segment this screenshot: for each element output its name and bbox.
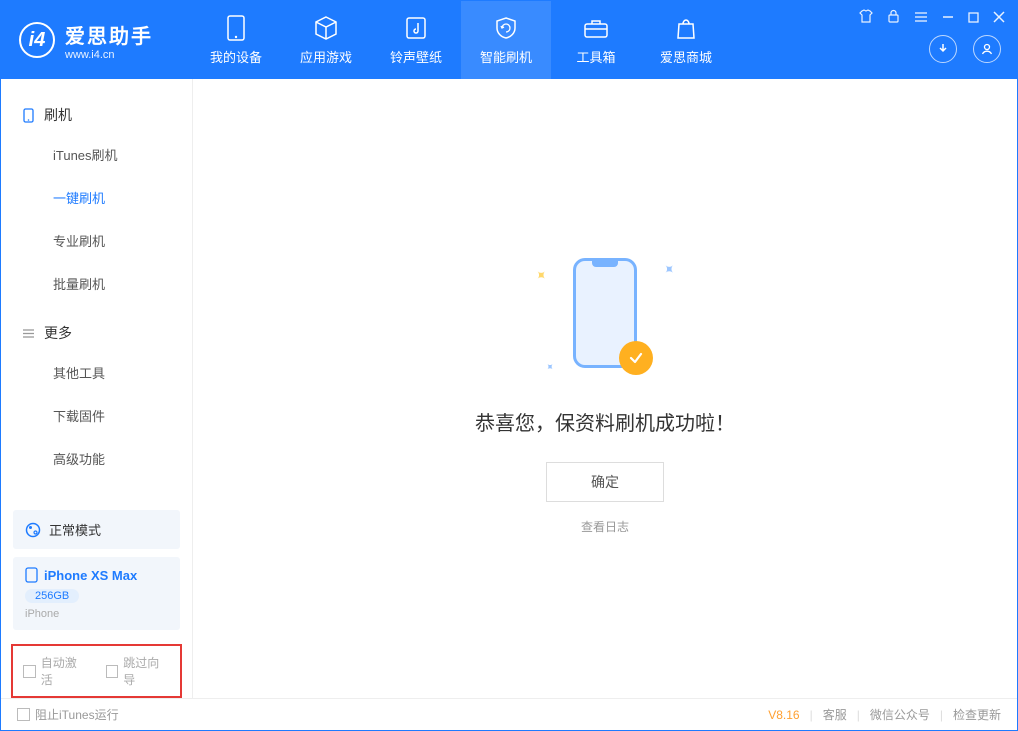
sidebar-group-more: 更多 <box>1 315 192 351</box>
device-mode-label: 正常模式 <box>49 520 101 539</box>
logo-icon: i4 <box>19 22 55 58</box>
toolbox-icon <box>583 15 609 41</box>
separator: | <box>940 708 943 722</box>
nav-label: 我的设备 <box>210 47 262 66</box>
logo-area: i4 爱思助手 www.i4.cn <box>1 20 171 61</box>
checkbox-label: 跳过向导 <box>123 654 170 688</box>
device-icon <box>223 15 249 41</box>
flash-options-highlight: 自动激活 跳过向导 <box>11 644 182 698</box>
support-link[interactable]: 客服 <box>823 706 847 723</box>
device-type: iPhone <box>25 608 168 620</box>
phone-notch <box>592 261 618 267</box>
device-card[interactable]: iPhone XS Max 256GB iPhone <box>13 557 180 630</box>
ok-button[interactable]: 确定 <box>546 462 664 502</box>
nav-ringtones-wallpapers[interactable]: 铃声壁纸 <box>371 1 461 79</box>
separator: | <box>857 708 860 722</box>
sidebar-item-batch-flash[interactable]: 批量刷机 <box>1 262 192 305</box>
group-title: 更多 <box>44 323 72 343</box>
separator: | <box>810 708 813 722</box>
main-nav: 我的设备 应用游戏 铃声壁纸 智能刷机 工具箱 爱思商城 <box>191 1 731 79</box>
checkbox-skip-guide[interactable]: 跳过向导 <box>106 654 171 688</box>
device-mode-card[interactable]: 正常模式 <box>13 510 180 549</box>
wechat-link[interactable]: 微信公众号 <box>870 706 930 723</box>
version-label: V8.16 <box>768 708 799 722</box>
nav-store[interactable]: 爱思商城 <box>641 1 731 79</box>
shopping-bag-icon <box>673 15 699 41</box>
nav-apps-games[interactable]: 应用游戏 <box>281 1 371 79</box>
checkbox-block-itunes[interactable]: 阻止iTunes运行 <box>17 706 119 723</box>
mode-icon <box>25 522 41 538</box>
nav-label: 智能刷机 <box>480 47 532 66</box>
sidebar-item-itunes-flash[interactable]: iTunes刷机 <box>1 133 192 176</box>
lock-icon[interactable] <box>887 9 900 26</box>
view-log-link[interactable]: 查看日志 <box>581 518 629 535</box>
nav-label: 应用游戏 <box>300 47 352 66</box>
sidebar-item-advanced[interactable]: 高级功能 <box>1 437 192 480</box>
sidebar-item-onekey-flash[interactable]: 一键刷机 <box>1 176 192 219</box>
shirt-icon[interactable] <box>859 9 873 26</box>
app-body: 刷机 iTunes刷机 一键刷机 专业刷机 批量刷机 更多 其他工具 下载固件 … <box>1 79 1017 698</box>
status-bar: 阻止iTunes运行 V8.16 | 客服 | 微信公众号 | 检查更新 <box>1 698 1017 730</box>
download-button[interactable] <box>929 35 957 63</box>
nav-my-device[interactable]: 我的设备 <box>191 1 281 79</box>
sparkle-icon: ✦ <box>531 265 551 285</box>
checkbox-box <box>23 665 36 678</box>
music-note-icon <box>403 15 429 41</box>
sidebar-item-other-tools[interactable]: 其他工具 <box>1 351 192 394</box>
sparkle-icon: ✦ <box>542 360 556 374</box>
checkbox-auto-activate[interactable]: 自动激活 <box>23 654 88 688</box>
sidebar: 刷机 iTunes刷机 一键刷机 专业刷机 批量刷机 更多 其他工具 下载固件 … <box>1 79 193 698</box>
menu-icon[interactable] <box>914 10 928 26</box>
sparkle-icon: ✦ <box>659 259 679 279</box>
list-icon <box>21 326 36 341</box>
checkbox-label: 自动激活 <box>41 654 88 688</box>
app-header: i4 爱思助手 www.i4.cn 我的设备 应用游戏 铃声壁纸 智能刷机 工具… <box>1 1 1017 79</box>
cube-icon <box>313 15 339 41</box>
nav-label: 铃声壁纸 <box>390 47 442 66</box>
sidebar-item-pro-flash[interactable]: 专业刷机 <box>1 219 192 262</box>
nav-toolbox[interactable]: 工具箱 <box>551 1 641 79</box>
header-actions <box>929 35 1001 63</box>
app-title: 爱思助手 <box>65 20 153 49</box>
success-message: 恭喜您，保资料刷机成功啦！ <box>475 407 735 436</box>
check-badge-icon <box>619 341 653 375</box>
user-account-button[interactable] <box>973 35 1001 63</box>
checkbox-label: 阻止iTunes运行 <box>35 706 119 723</box>
sidebar-item-download-firmware[interactable]: 下载固件 <box>1 394 192 437</box>
phone-icon <box>21 108 36 123</box>
nav-smart-flash[interactable]: 智能刷机 <box>461 1 551 79</box>
maximize-button[interactable] <box>968 10 979 26</box>
check-update-link[interactable]: 检查更新 <box>953 706 1001 723</box>
device-capacity: 256GB <box>25 589 79 603</box>
device-name: iPhone XS Max <box>44 568 137 583</box>
group-title: 刷机 <box>44 105 72 125</box>
window-controls <box>859 9 1005 26</box>
close-button[interactable] <box>993 10 1005 26</box>
nav-label: 爱思商城 <box>660 47 712 66</box>
sidebar-group-flash: 刷机 <box>1 97 192 133</box>
logo-text: 爱思助手 www.i4.cn <box>65 20 153 61</box>
shield-refresh-icon <box>493 15 519 41</box>
checkbox-box <box>106 665 119 678</box>
minimize-button[interactable] <box>942 10 954 26</box>
main-content: ✦ ✦ ✦ 恭喜您，保资料刷机成功啦！ 确定 查看日志 <box>193 79 1017 698</box>
device-name-row: iPhone XS Max <box>25 567 168 583</box>
success-illustration: ✦ ✦ ✦ <box>515 243 695 383</box>
checkbox-box <box>17 708 30 721</box>
app-subtitle: www.i4.cn <box>65 49 153 61</box>
device-phone-icon <box>25 567 38 583</box>
footer-right: V8.16 | 客服 | 微信公众号 | 检查更新 <box>768 706 1001 723</box>
nav-label: 工具箱 <box>576 47 615 66</box>
